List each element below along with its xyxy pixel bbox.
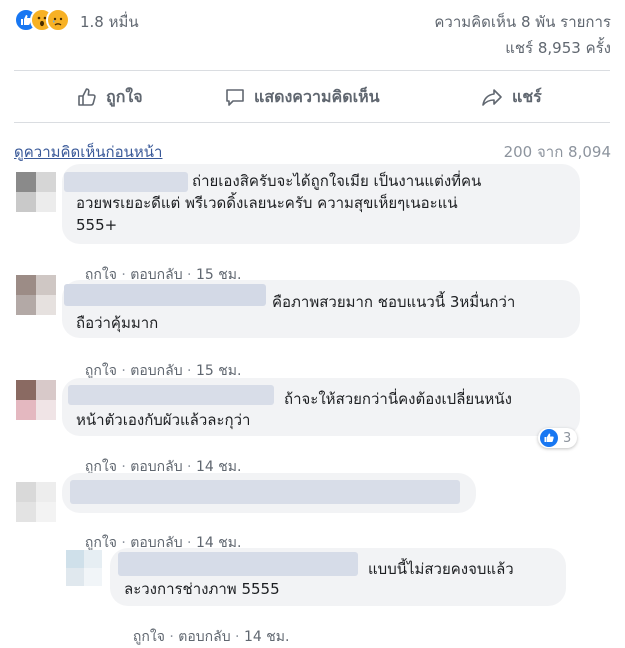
avatar[interactable] [16,380,56,420]
comment-actions: ถูกใจ · ตอบกลับ · 15 ชม. [84,363,242,379]
share-icon [482,89,502,106]
reaction-count[interactable]: 1.8 หมื่น [80,10,139,34]
share-button-label: แชร์ [512,86,542,106]
comment-timestamp[interactable]: 15 ชม. [196,363,241,379]
thumbs-up-icon [78,88,96,106]
comment-text: หน้าตัวเองกับผัวแล้วละกุว่า [76,411,251,429]
blurred-name[interactable] [68,385,274,405]
comment-text: ถือว่าคุ้มมาก [76,314,159,332]
comment-button-label: แสดงความคิดเห็น [254,86,380,106]
reaction-icons[interactable] [14,8,84,32]
sad-reaction-icon [46,8,70,32]
comment-like-link[interactable]: ถูกใจ [133,629,165,645]
comment-button[interactable]: แสดงความคิดเห็น [224,80,380,114]
avatar[interactable] [66,550,102,586]
comment-actions: ถูกใจ · ตอบกลับ · 14 ชม. [132,629,290,645]
comment-like-link[interactable]: ถูกใจ [85,363,117,379]
divider [14,122,610,123]
comment-icon [226,89,244,106]
like-icon [540,429,558,447]
comment-text: อวยพรเยอะดีแต่ พรีเวดดิ้งเลยนะครับ ความส… [76,194,458,212]
blurred-name[interactable] [118,552,358,576]
view-previous-comments-link[interactable]: ดูความคิดเห็นก่อนหน้า [14,140,162,164]
comment-reaction-count[interactable]: 3 [538,428,578,448]
comment-text: ถ่ายเองสิครับจะได้ถูกใจเมีย เป็นงานแต่งท… [192,172,482,190]
comments-counter: 200 จาก 8,094 [503,143,611,161]
blurred-name[interactable] [64,284,266,306]
comment-text: คือภาพสวยมาก ชอบแนวนี้ 3หมื่นกว่า [272,293,516,311]
comment-text: ละวงการช่างภาพ 5555 [124,580,280,598]
like-button-label: ถูกใจ [106,86,143,106]
shares-count[interactable]: แชร์ 8,953 ครั้ง [505,36,611,60]
comment-timestamp[interactable]: 14 ชม. [244,629,289,645]
comment-text: ถ้าจะให้สวยกว่านี่คงต้องเปลี่ยนหนัง [284,390,512,408]
comment-reply-link[interactable]: ตอบกลับ [178,629,230,645]
comment-reply-link[interactable]: ตอบกลับ [130,363,182,379]
blurred-comment [70,480,460,504]
blurred-name[interactable] [64,172,188,192]
avatar[interactable] [16,482,56,522]
divider [14,70,610,71]
share-button[interactable]: แชร์ [480,80,542,114]
comment-text: แบบนี้ไม่สวยคงจบแล้ว [368,560,514,578]
like-button[interactable]: ถูกใจ [76,80,143,114]
reaction-number: 3 [563,430,572,446]
comments-count[interactable]: ความคิดเห็น 8 พัน รายการ [434,10,611,34]
avatar[interactable] [16,275,56,315]
comment-like-link[interactable]: ถูกใจ [85,535,117,551]
comment-text: 555+ [76,216,118,234]
avatar[interactable] [16,172,56,212]
